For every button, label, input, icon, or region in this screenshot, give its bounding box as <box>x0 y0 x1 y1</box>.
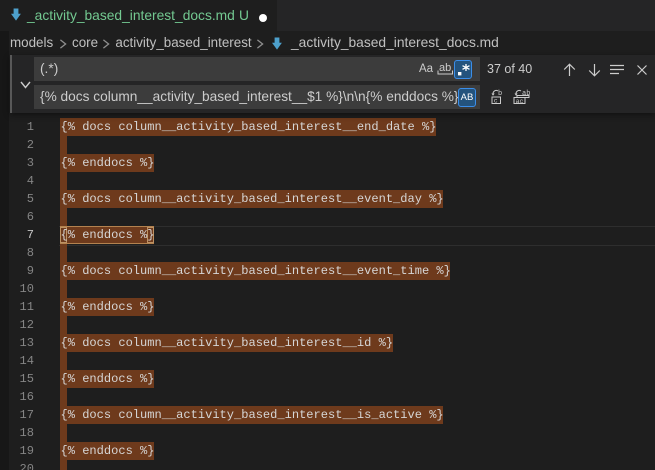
svg-text:ac: ac <box>516 98 524 104</box>
svg-text:ab: ab <box>439 62 451 74</box>
svg-text:c: c <box>494 97 498 104</box>
